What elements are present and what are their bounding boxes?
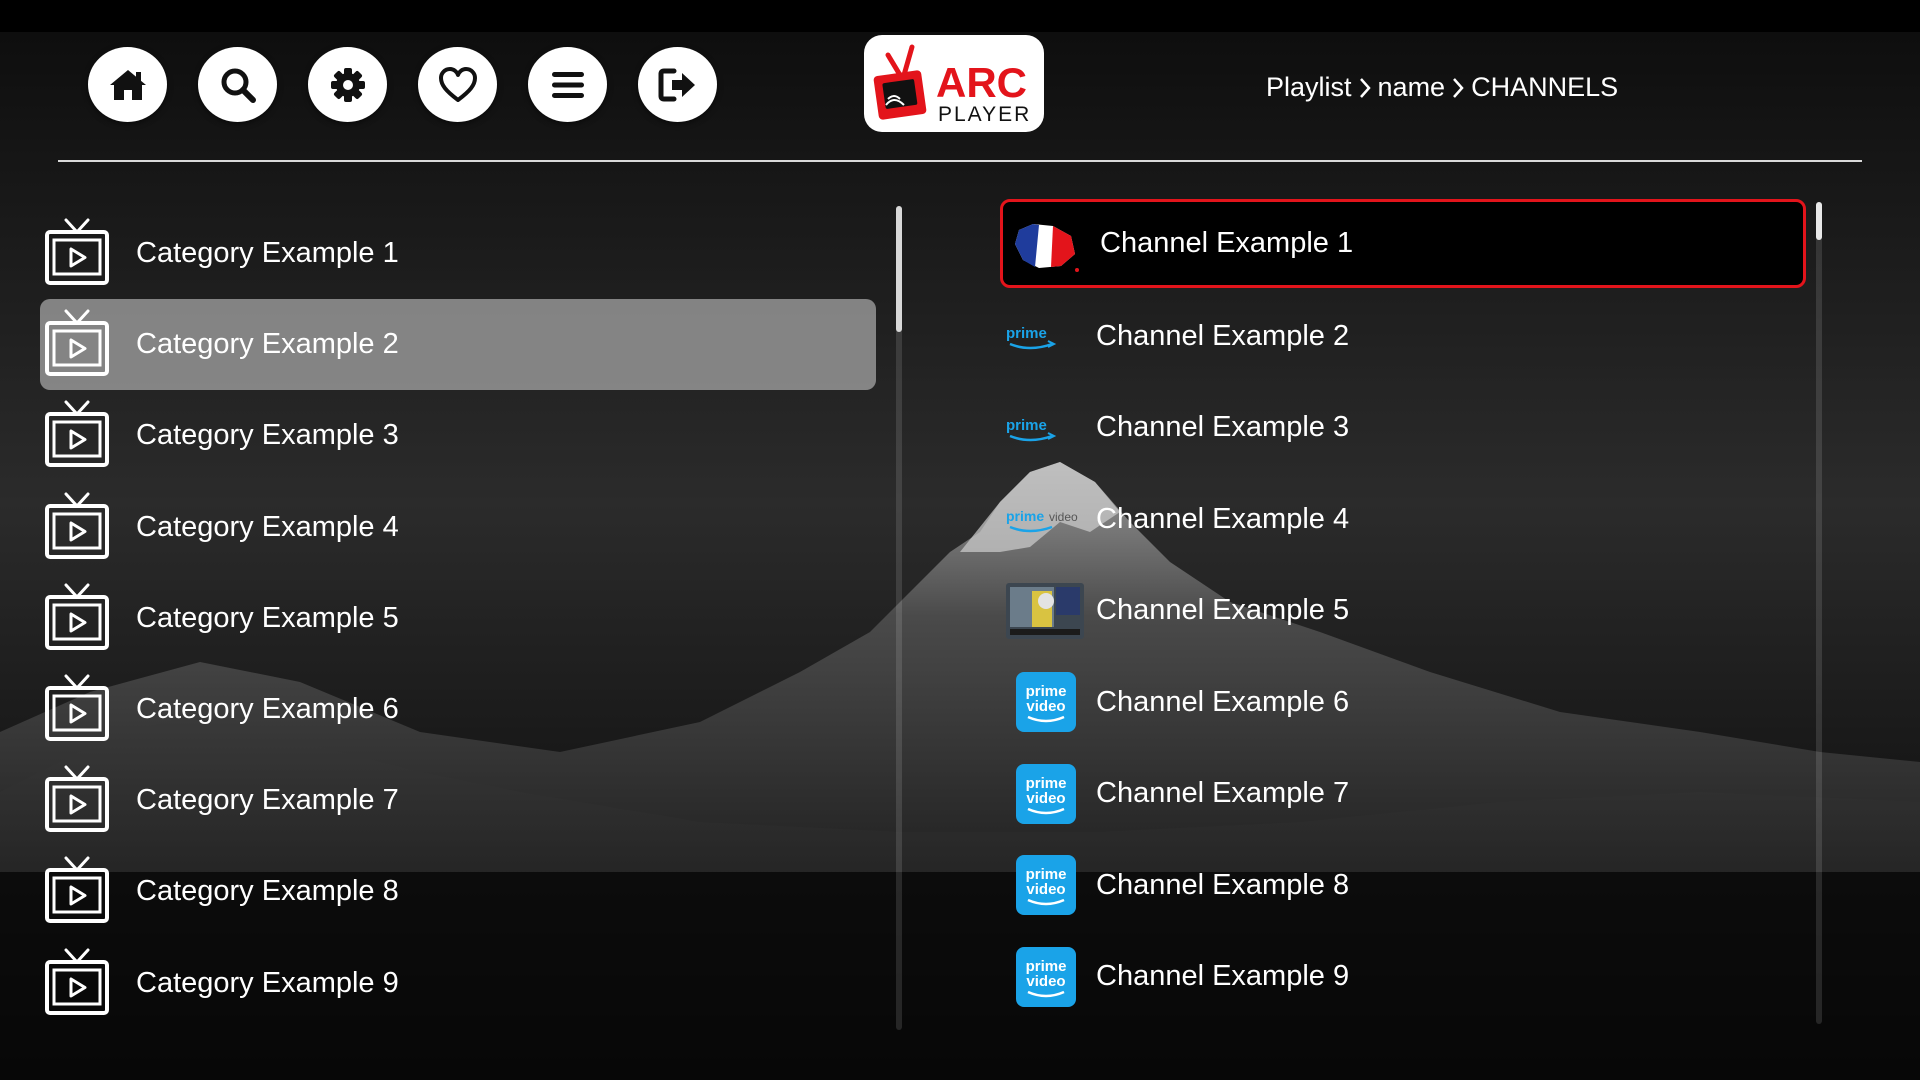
logout-button[interactable] <box>638 47 717 122</box>
channel-label: Channel Example 1 <box>1100 227 1354 259</box>
tv-icon <box>44 765 110 833</box>
breadcrumb-channels: CHANNELS <box>1471 72 1619 102</box>
tv-icon <box>44 309 110 377</box>
category-item[interactable]: Category Example 3 <box>40 390 876 481</box>
category-label: Category Example 7 <box>136 784 399 817</box>
chevron-right-icon <box>1453 77 1464 98</box>
menu-button[interactable] <box>528 47 607 122</box>
category-item[interactable]: Category Example 1 <box>40 208 876 299</box>
svg-text:video: video <box>1026 881 1065 898</box>
category-label: Category Example 3 <box>136 419 399 452</box>
category-label: Category Example 2 <box>136 328 399 361</box>
category-label: Category Example 1 <box>136 237 399 270</box>
channel-item[interactable]: prime video Channel Example 6 <box>1000 657 1806 749</box>
menu-icon <box>551 71 584 98</box>
channel-label: Channel Example 2 <box>1096 319 1350 352</box>
breadcrumb-playlist[interactable]: Playlist <box>1266 72 1352 103</box>
channel-item[interactable]: prime Channel Example 2 <box>1000 291 1806 383</box>
category-label: Category Example 8 <box>136 875 399 908</box>
prime-video-tile-logo: prime video <box>1002 763 1086 824</box>
channel-item[interactable]: prime video Channel Example 4 <box>1000 474 1806 566</box>
channel-label: Channel Example 6 <box>1096 685 1350 718</box>
category-label: Category Example 4 <box>136 510 399 543</box>
channel-scrollbar-thumb[interactable] <box>1816 202 1822 240</box>
channel-label: Channel Example 9 <box>1096 960 1350 993</box>
channel-label: Channel Example 5 <box>1096 594 1350 627</box>
channel-item[interactable]: prime video Channel Example 9 <box>1000 931 1806 1023</box>
france-flag-logo <box>1005 214 1089 274</box>
prime-video-tile-logo: prime video <box>1002 946 1086 1007</box>
tv-logo-icon <box>873 44 927 120</box>
category-item[interactable]: Category Example 8 <box>40 846 876 937</box>
tv-icon <box>44 674 110 742</box>
svg-text:video: video <box>1049 510 1078 524</box>
channel-item[interactable]: prime Channel Example 3 <box>1000 382 1806 474</box>
category-list: Category Example 1 Category Example 2 Ca… <box>40 208 876 1029</box>
category-scrollbar[interactable] <box>896 206 902 1030</box>
channel-label: Channel Example 8 <box>1096 868 1350 901</box>
favorites-button[interactable] <box>418 47 497 122</box>
search-button[interactable] <box>198 47 277 122</box>
breadcrumb-name[interactable]: name <box>1378 72 1446 103</box>
svg-text:video: video <box>1026 973 1065 990</box>
category-item[interactable]: Category Example 2 <box>40 299 876 391</box>
home-button[interactable] <box>88 47 167 122</box>
svg-text:video: video <box>1026 698 1065 715</box>
logout-icon <box>658 68 695 101</box>
tv-icon <box>44 492 110 560</box>
category-label: Category Example 6 <box>136 693 399 726</box>
svg-text:prime: prime <box>1006 508 1044 524</box>
prime-logo: prime <box>1002 398 1086 458</box>
channel-item[interactable]: prime video Channel Example 8 <box>1000 840 1806 932</box>
tv-icon <box>44 948 110 1016</box>
prime-video-text-logo: prime video <box>1002 489 1086 549</box>
channel-label: Channel Example 3 <box>1096 411 1350 444</box>
chevron-right-icon <box>1359 77 1371 98</box>
tv-icon <box>44 218 110 286</box>
category-label: Category Example 5 <box>136 601 399 634</box>
tv-icon <box>44 583 110 651</box>
tv-icon <box>44 400 110 468</box>
heart-icon <box>438 66 477 102</box>
category-item[interactable]: Category Example 9 <box>40 938 876 1029</box>
prime-video-tile-logo: prime video <box>1002 672 1086 733</box>
category-item[interactable]: Category Example 6 <box>40 664 876 755</box>
svg-text:prime: prime <box>1006 417 1047 434</box>
sports-thumbnail-logo <box>1002 581 1086 641</box>
category-scrollbar-thumb[interactable] <box>896 206 902 332</box>
category-item[interactable]: Category Example 5 <box>40 573 876 664</box>
logo-player-text: PLAYER <box>938 103 1031 126</box>
top-toolbar <box>88 47 717 122</box>
logo-arc-text: ARC <box>936 59 1027 106</box>
prime-logo: prime <box>1002 306 1086 366</box>
breadcrumb: Playlist name CHANNELS <box>1266 72 1618 103</box>
category-item[interactable]: Category Example 7 <box>40 755 876 846</box>
search-icon <box>221 68 256 103</box>
app-logo: ARC PLAYER <box>864 35 1044 132</box>
channel-item[interactable]: prime video Channel Example 7 <box>1000 748 1806 840</box>
channel-label: Channel Example 7 <box>1096 777 1350 810</box>
category-label: Category Example 9 <box>136 966 399 999</box>
settings-button[interactable] <box>308 47 387 122</box>
tv-icon <box>44 856 110 924</box>
category-item[interactable]: Category Example 4 <box>40 482 876 573</box>
svg-text:prime: prime <box>1006 325 1047 342</box>
home-icon <box>109 69 146 100</box>
top-strip <box>0 0 1920 32</box>
gear-icon <box>330 67 365 102</box>
svg-text:video: video <box>1026 790 1065 807</box>
prime-video-tile-logo: prime video <box>1002 855 1086 916</box>
channel-scrollbar[interactable] <box>1816 202 1822 1024</box>
channel-label: Channel Example 4 <box>1096 502 1350 535</box>
header-divider <box>58 160 1862 162</box>
channel-list: Channel Example 1 prime Channel Example … <box>1000 199 1806 1023</box>
channel-item[interactable]: Channel Example 1 <box>1000 199 1806 288</box>
channel-item[interactable]: Channel Example 5 <box>1000 565 1806 657</box>
